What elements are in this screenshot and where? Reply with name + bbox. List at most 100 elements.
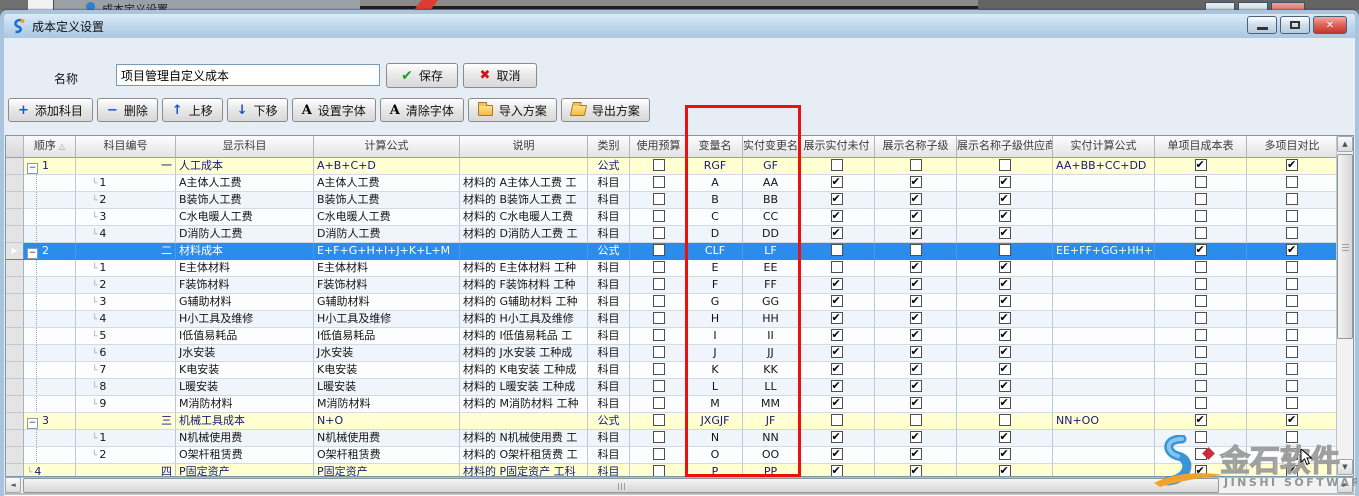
use-budget-checkbox[interactable] bbox=[652, 176, 665, 188]
show-paid-unpaid-checkbox[interactable]: ✔ bbox=[830, 175, 843, 188]
multi-project-compare-checkbox[interactable] bbox=[1286, 312, 1298, 324]
column-header-multi[interactable]: 多项目对比 bbox=[1247, 136, 1338, 158]
column-header-name[interactable]: 显示科目 bbox=[176, 136, 314, 158]
show-paid-unpaid-checkbox[interactable]: ✔ bbox=[830, 447, 843, 460]
show-paid-unpaid-checkbox[interactable]: ✔ bbox=[830, 345, 843, 358]
move-up-button[interactable]: ↑ 上移 bbox=[161, 98, 223, 122]
show-name-child-checkbox[interactable]: ✔ bbox=[909, 362, 922, 375]
import-scheme-button[interactable]: 导入方案 bbox=[467, 98, 557, 122]
use-budget-checkbox[interactable] bbox=[652, 244, 665, 256]
table-row[interactable]: −1 一人工成本 A+B+C+D 公式 RGF GF AA+BB+CC+DD ✔ ✔ bbox=[6, 158, 1338, 175]
table-row[interactable]: └ 4 四 P固定资产 P固定资产 材料的 P固定资产 工科 科目 P PP ✔ ✔ ✔ ✔ ✔ bbox=[6, 464, 1338, 476]
use-budget-checkbox[interactable] bbox=[652, 193, 665, 205]
show-name-child-checkbox[interactable]: ✔ bbox=[909, 175, 922, 188]
show-paid-unpaid-checkbox[interactable]: ✔ bbox=[830, 379, 843, 392]
show-name-child-supplier-checkbox[interactable]: ✔ bbox=[998, 362, 1011, 375]
table-row[interactable]: ▶ −2 二材料成本 E+F+G+H+I+J+K+L+M 公式 CLF LF EE+FF+GG… bbox=[6, 243, 1338, 260]
single-project-cost-checkbox[interactable] bbox=[1194, 278, 1207, 290]
show-name-child-supplier-checkbox[interactable]: ✔ bbox=[998, 311, 1011, 324]
show-name-child-checkbox[interactable]: ✔ bbox=[909, 447, 922, 460]
single-project-cost-checkbox[interactable] bbox=[1194, 295, 1207, 307]
multi-project-compare-checkbox[interactable] bbox=[1286, 295, 1298, 307]
move-down-button[interactable]: ↓ 下移 bbox=[226, 98, 288, 122]
show-name-child-supplier-checkbox[interactable]: ✔ bbox=[998, 192, 1011, 205]
show-name-child-checkbox[interactable] bbox=[909, 244, 922, 256]
column-header-num[interactable]: 科目编号 bbox=[76, 136, 176, 158]
close-button[interactable]: ✕ bbox=[1313, 16, 1347, 34]
show-name-child-supplier-checkbox[interactable]: ✔ bbox=[998, 379, 1011, 392]
table-row[interactable]: └ 7 K电安装 K电安装 材料的 K电安装 工种成 科目 K KK ✔ ✔ ✔ bbox=[6, 362, 1338, 379]
single-project-cost-checkbox[interactable] bbox=[1194, 176, 1207, 188]
show-name-child-checkbox[interactable]: ✔ bbox=[909, 464, 922, 476]
single-project-cost-checkbox[interactable] bbox=[1194, 329, 1207, 341]
single-project-cost-checkbox[interactable]: ✔ bbox=[1194, 243, 1207, 256]
show-paid-unpaid-checkbox[interactable]: ✔ bbox=[830, 226, 843, 239]
single-project-cost-checkbox[interactable]: ✔ bbox=[1194, 158, 1207, 171]
tree-collapse-icon[interactable]: − bbox=[27, 163, 38, 174]
show-paid-unpaid-checkbox[interactable]: ✔ bbox=[830, 430, 843, 443]
show-name-child-supplier-checkbox[interactable]: ✔ bbox=[998, 328, 1011, 341]
scroll-left-button[interactable]: ◄ bbox=[5, 477, 21, 493]
single-project-cost-checkbox[interactable] bbox=[1194, 210, 1207, 222]
multi-project-compare-checkbox[interactable] bbox=[1286, 193, 1298, 205]
table-row[interactable]: └ 1 E主体材料 E主体材料 材料的 E主体材料 工种 科目 E EE ✔ ✔ bbox=[6, 260, 1338, 277]
show-paid-unpaid-checkbox[interactable] bbox=[830, 414, 843, 426]
show-name-child-checkbox[interactable]: ✔ bbox=[909, 294, 922, 307]
use-budget-checkbox[interactable] bbox=[652, 227, 665, 239]
column-header-type[interactable]: 类别 bbox=[588, 136, 630, 158]
show-name-child-supplier-checkbox[interactable]: ✔ bbox=[998, 226, 1011, 239]
column-header-c1[interactable]: 展示实付未付 bbox=[799, 136, 875, 158]
show-name-child-supplier-checkbox[interactable]: ✔ bbox=[998, 175, 1011, 188]
use-budget-checkbox[interactable] bbox=[652, 363, 665, 375]
column-header-desc[interactable]: 说明 bbox=[460, 136, 588, 158]
show-name-child-checkbox[interactable]: ✔ bbox=[909, 192, 922, 205]
table-row[interactable]: └ 2 F装饰材料 F装饰材料 材料的 F装饰材料 工种 科目 F FF ✔ ✔ ✔ bbox=[6, 277, 1338, 294]
multi-project-compare-checkbox[interactable] bbox=[1286, 363, 1298, 375]
table-row[interactable]: └ 4 D消防人工费 D消防人工费 材料的 D消防人工费 工科目 D DD ✔ ✔ ✔ bbox=[6, 226, 1338, 243]
single-project-cost-checkbox[interactable] bbox=[1194, 397, 1207, 409]
multi-project-compare-checkbox[interactable] bbox=[1286, 329, 1298, 341]
vertical-scrollbar[interactable]: ▲ ▼ bbox=[1336, 136, 1353, 476]
show-paid-unpaid-checkbox[interactable]: ✔ bbox=[830, 362, 843, 375]
single-project-cost-checkbox[interactable] bbox=[1194, 261, 1207, 273]
show-name-child-checkbox[interactable]: ✔ bbox=[909, 277, 922, 290]
show-name-child-supplier-checkbox[interactable]: ✔ bbox=[998, 294, 1011, 307]
scroll-up-button[interactable]: ▲ bbox=[1337, 136, 1353, 152]
use-budget-checkbox[interactable] bbox=[652, 210, 665, 222]
horizontal-scroll-thumb[interactable] bbox=[23, 478, 1219, 493]
show-name-child-supplier-checkbox[interactable]: ✔ bbox=[998, 447, 1011, 460]
show-name-child-checkbox[interactable]: ✔ bbox=[909, 226, 922, 239]
column-header-order[interactable]: 顺序 △ bbox=[24, 136, 76, 158]
show-paid-unpaid-checkbox[interactable]: ✔ bbox=[830, 277, 843, 290]
clear-font-button[interactable]: A 清除字体 bbox=[379, 98, 464, 122]
show-paid-unpaid-checkbox[interactable] bbox=[830, 261, 843, 273]
show-paid-unpaid-checkbox[interactable] bbox=[830, 159, 843, 171]
show-name-child-supplier-checkbox[interactable]: ✔ bbox=[998, 277, 1011, 290]
single-project-cost-checkbox[interactable] bbox=[1194, 363, 1207, 375]
use-budget-checkbox[interactable] bbox=[652, 329, 665, 341]
show-name-child-supplier-checkbox[interactable]: ✔ bbox=[998, 464, 1011, 476]
column-header-varn[interactable]: 变量名 bbox=[688, 136, 743, 158]
table-row[interactable]: └ 6 J水安装 J水安装 材料的 J水安装 工种成 科目 J JJ ✔ ✔ ✔ bbox=[6, 345, 1338, 362]
column-header-c3[interactable]: 展示名称子级供应商 bbox=[957, 136, 1053, 158]
table-row[interactable]: └ 1 A主体人工费 A主体人工费 材料的 A主体人工费 工科目 A AA ✔ ✔ ✔ bbox=[6, 175, 1338, 192]
tree-collapse-icon[interactable]: − bbox=[27, 418, 38, 429]
show-paid-unpaid-checkbox[interactable]: ✔ bbox=[830, 311, 843, 324]
show-name-child-checkbox[interactable]: ✔ bbox=[909, 328, 922, 341]
column-header-payformula[interactable]: 实付计算公式 bbox=[1053, 136, 1155, 158]
show-name-child-checkbox[interactable]: ✔ bbox=[909, 396, 922, 409]
show-name-child-supplier-checkbox[interactable]: ✔ bbox=[998, 345, 1011, 358]
tree-collapse-icon[interactable]: − bbox=[27, 248, 38, 259]
single-project-cost-checkbox[interactable] bbox=[1194, 346, 1207, 358]
show-name-child-supplier-checkbox[interactable]: ✔ bbox=[998, 260, 1011, 273]
use-budget-checkbox[interactable] bbox=[652, 465, 665, 476]
show-name-child-supplier-checkbox[interactable] bbox=[998, 159, 1011, 171]
multi-project-compare-checkbox[interactable]: ✔ bbox=[1286, 243, 1298, 256]
use-budget-checkbox[interactable] bbox=[652, 380, 665, 392]
delete-button[interactable]: − 删除 bbox=[96, 98, 158, 122]
use-budget-checkbox[interactable] bbox=[652, 295, 665, 307]
table-row[interactable]: └ 2 B装饰人工费 B装饰人工费 材料的 B装饰人工费 工科目 B BB ✔ ✔ ✔ bbox=[6, 192, 1338, 209]
single-project-cost-checkbox[interactable] bbox=[1194, 380, 1207, 392]
show-name-child-checkbox[interactable] bbox=[909, 414, 922, 426]
multi-project-compare-checkbox[interactable] bbox=[1286, 210, 1298, 222]
